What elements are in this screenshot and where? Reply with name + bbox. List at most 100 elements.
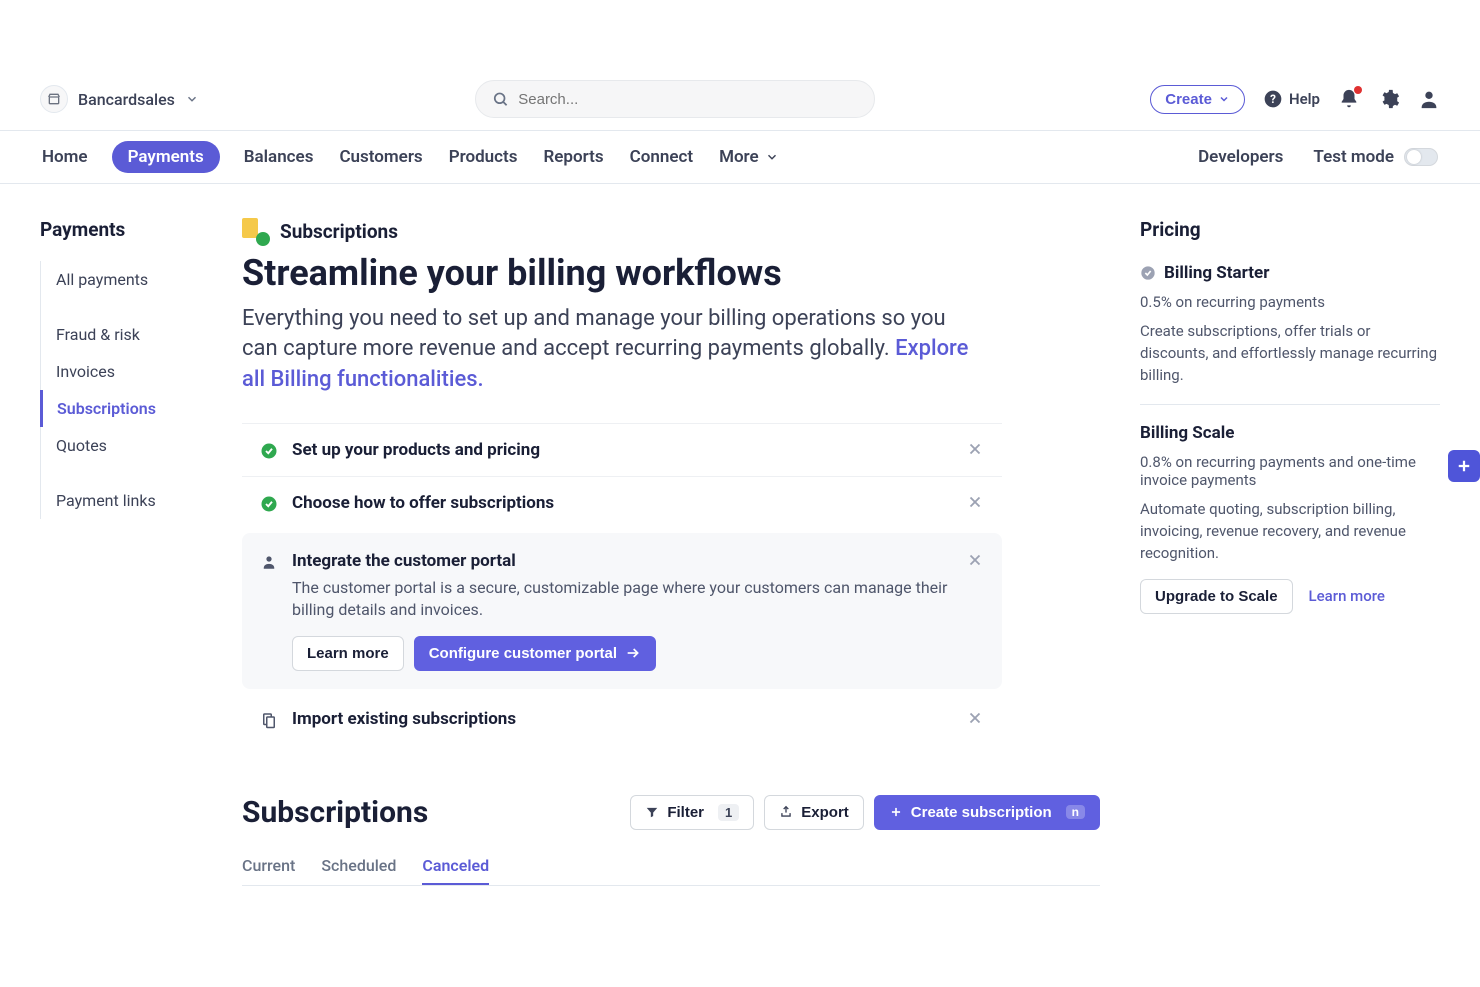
plan-scale: Billing Scale 0.8% on recurring payments…: [1140, 423, 1440, 631]
step-offer-subscriptions: Choose how to offer subscriptions: [242, 476, 1002, 529]
export-button[interactable]: Export: [764, 795, 864, 830]
filter-label: Filter: [667, 804, 704, 821]
check-circle-icon: [260, 495, 278, 513]
test-mode-label: Test mode: [1313, 147, 1394, 167]
check-circle-icon: [260, 442, 278, 460]
step-products-pricing: Set up your products and pricing: [242, 423, 1002, 476]
pricing-rail: Pricing Billing Starter 0.5% on recurrin…: [1140, 218, 1440, 886]
create-sub-key: n: [1066, 805, 1085, 819]
onboarding-steps: Set up your products and pricing Choose …: [242, 423, 1002, 745]
chevron-down-icon: [185, 92, 199, 106]
nav-balances[interactable]: Balances: [242, 141, 316, 173]
notifications-icon[interactable]: [1338, 88, 1360, 110]
filter-icon: [645, 805, 659, 819]
sidebar-item-quotes[interactable]: Quotes: [40, 427, 210, 464]
nav-customers[interactable]: Customers: [337, 141, 424, 173]
subscriptions-list-section: Subscriptions Filter 1 Export Create sub…: [242, 795, 1100, 886]
create-button[interactable]: Create: [1150, 85, 1245, 114]
primary-nav: Home Payments Balances Customers Product…: [0, 131, 1480, 184]
tab-scheduled[interactable]: Scheduled: [321, 848, 396, 885]
nav-products[interactable]: Products: [447, 141, 520, 173]
lead-text: Everything you need to set up and manage…: [242, 306, 946, 361]
person-icon: [260, 553, 278, 571]
nav-payments[interactable]: Payments: [112, 141, 220, 173]
plan-starter: Billing Starter 0.5% on recurring paymen…: [1140, 263, 1440, 405]
upgrade-button[interactable]: Upgrade to Scale: [1140, 579, 1293, 614]
merchant-switcher[interactable]: Bancardsales: [40, 85, 199, 113]
nav-connect[interactable]: Connect: [628, 141, 695, 173]
sidebar-item-payment-links[interactable]: Payment links: [40, 482, 210, 519]
search-icon: [492, 90, 509, 108]
pricing-title: Pricing: [1140, 218, 1440, 241]
gear-icon[interactable]: [1378, 88, 1400, 110]
help-icon: ?: [1263, 89, 1283, 109]
arrow-right-icon: [625, 645, 641, 661]
search-input[interactable]: [518, 91, 857, 108]
sidebar-item-subscriptions[interactable]: Subscriptions: [40, 390, 210, 427]
topbar: Bancardsales Create ? Help: [0, 68, 1480, 131]
step-title: Choose how to offer subscriptions: [292, 493, 952, 513]
help-link[interactable]: ? Help: [1263, 89, 1320, 109]
nav-reports[interactable]: Reports: [541, 141, 605, 173]
sidebar-item-fraud[interactable]: Fraud & risk: [40, 316, 210, 353]
topbar-right: Create ? Help: [1150, 85, 1440, 114]
main: Subscriptions Streamline your billing wo…: [230, 218, 1120, 886]
test-mode-toggle[interactable]: [1404, 148, 1438, 166]
step-title: Import existing subscriptions: [292, 709, 952, 729]
chevron-down-icon: [765, 150, 779, 164]
plan-scale-rate: 0.8% on recurring payments and one-time …: [1140, 453, 1440, 489]
plan-starter-name: Billing Starter: [1164, 263, 1269, 283]
subscriptions-icon: [242, 218, 268, 244]
close-icon[interactable]: [966, 493, 984, 511]
floating-add-button[interactable]: [1448, 450, 1480, 482]
tab-canceled[interactable]: Canceled: [422, 848, 489, 885]
plus-icon: [889, 805, 903, 819]
test-mode-toggle-wrap: Test mode: [1311, 141, 1440, 173]
store-icon: [40, 85, 68, 113]
configure-portal-button[interactable]: Configure customer portal: [414, 636, 656, 671]
chevron-down-icon: [1218, 93, 1230, 105]
sidebar-title: Payments: [40, 218, 210, 241]
filter-button[interactable]: Filter 1: [630, 795, 754, 830]
create-label: Create: [1165, 91, 1212, 108]
nav-home[interactable]: Home: [40, 141, 90, 173]
step-title: Integrate the customer portal: [292, 551, 952, 571]
svg-text:?: ?: [1270, 92, 1276, 106]
create-sub-label: Create subscription: [911, 804, 1052, 821]
sidebar-item-all-payments[interactable]: All payments: [40, 261, 210, 298]
sidebar-item-invoices[interactable]: Invoices: [40, 353, 210, 390]
nav-more[interactable]: More: [717, 141, 781, 173]
merchant-name: Bancardsales: [78, 90, 175, 109]
learn-more-button[interactable]: Learn more: [292, 636, 404, 671]
import-icon: [260, 711, 278, 729]
learn-more-link[interactable]: Learn more: [1309, 587, 1385, 605]
export-icon: [779, 805, 793, 819]
export-label: Export: [801, 804, 849, 821]
nav-more-label: More: [719, 147, 759, 167]
create-subscription-button[interactable]: Create subscription n: [874, 795, 1100, 830]
notification-dot: [1354, 86, 1362, 94]
step-desc: The customer portal is a secure, customi…: [292, 577, 952, 622]
close-icon[interactable]: [966, 551, 984, 569]
page-headline: Streamline your billing workflows: [242, 252, 1100, 294]
tab-current[interactable]: Current: [242, 848, 295, 885]
close-icon[interactable]: [966, 709, 984, 727]
plan-scale-desc: Automate quoting, subscription billing, …: [1140, 499, 1440, 564]
plus-icon: [1455, 457, 1473, 475]
page-eyebrow: Subscriptions: [280, 220, 398, 243]
check-badge-icon: [1140, 265, 1156, 281]
nav-developers[interactable]: Developers: [1196, 141, 1285, 173]
search-input-wrap[interactable]: [475, 80, 875, 118]
subscriptions-heading: Subscriptions: [242, 795, 428, 830]
plan-starter-desc: Create subscriptions, offer trials or di…: [1140, 321, 1440, 386]
plan-scale-name: Billing Scale: [1140, 423, 1234, 443]
profile-icon[interactable]: [1418, 88, 1440, 110]
help-label: Help: [1289, 90, 1320, 108]
filter-count: 1: [718, 804, 739, 821]
close-icon[interactable]: [966, 440, 984, 458]
step-customer-portal: Integrate the customer portal The custom…: [242, 533, 1002, 689]
step-title: Set up your products and pricing: [292, 440, 952, 460]
subscriptions-tabs: Current Scheduled Canceled: [242, 848, 1100, 886]
step-import-subscriptions: Import existing subscriptions: [242, 693, 1002, 745]
configure-label: Configure customer portal: [429, 645, 617, 662]
